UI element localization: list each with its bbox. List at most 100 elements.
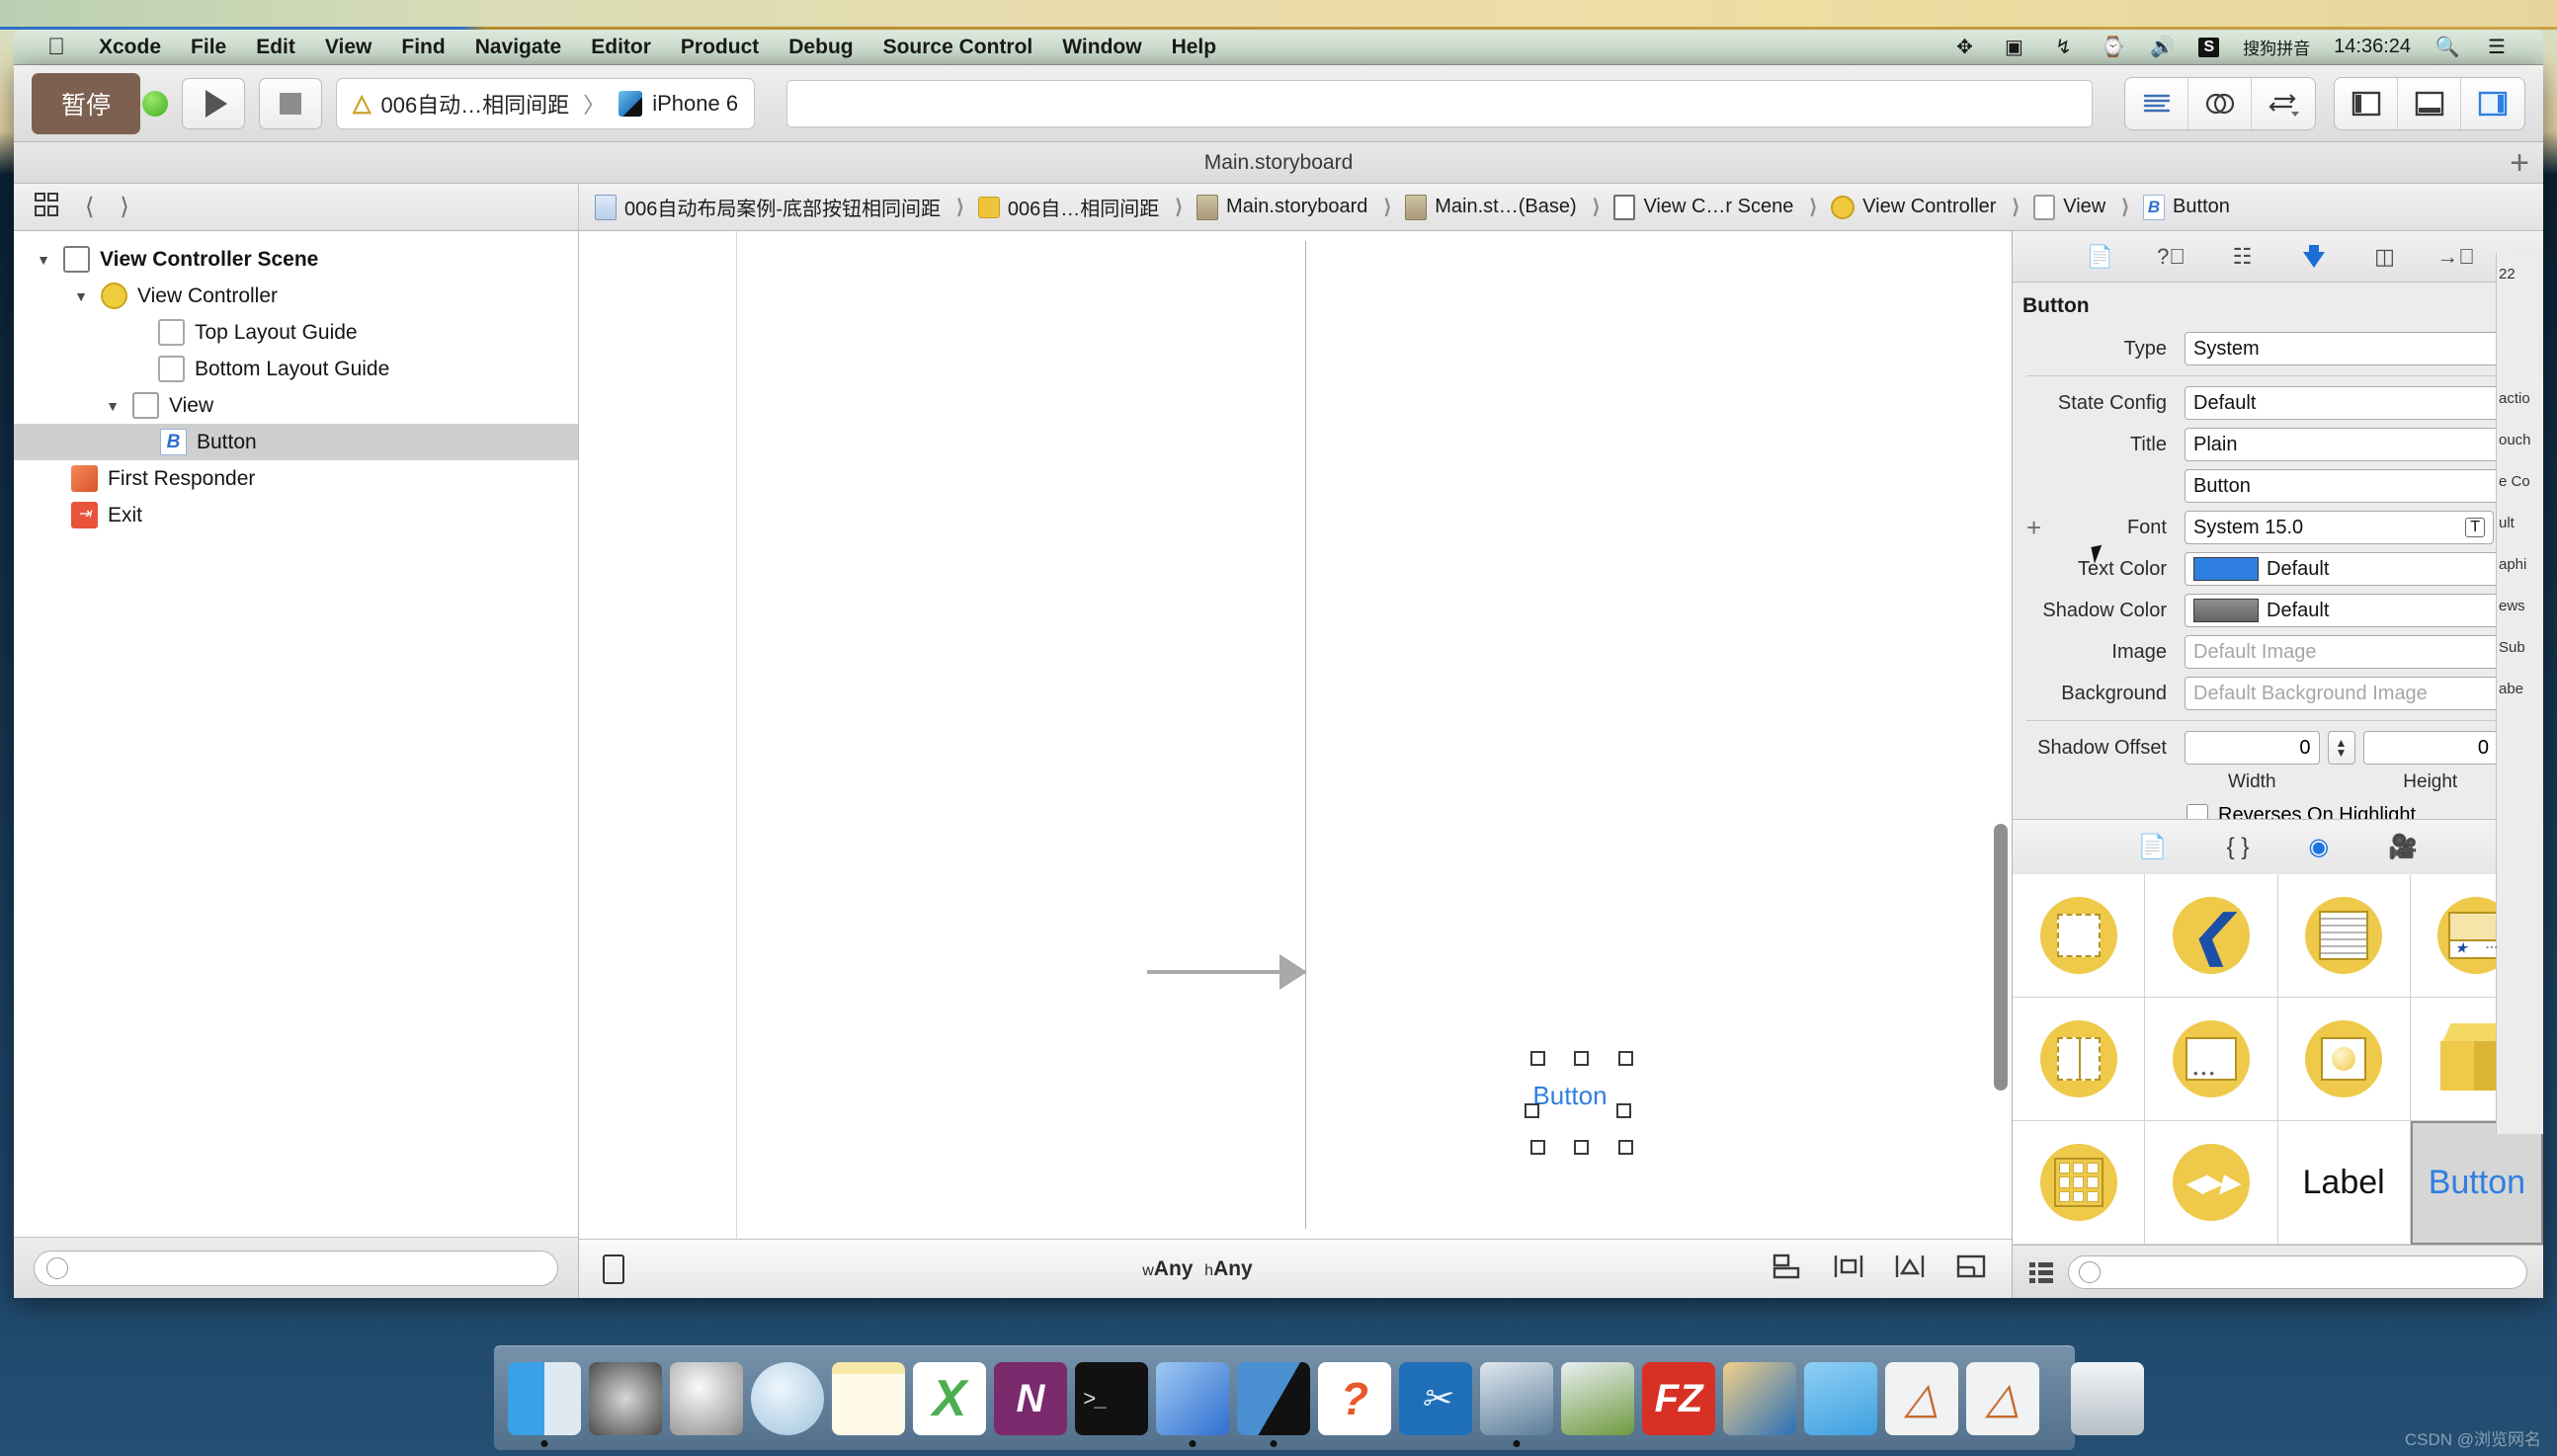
tree-row-top-layout-guide[interactable]: Top Layout Guide <box>14 314 578 351</box>
breadcrumb-item-project[interactable]: 006自动布局案例-底部按钮相同间距 ⟩ <box>595 193 972 221</box>
object-library-icon[interactable]: ◉ <box>2308 833 2329 861</box>
tree-row-view[interactable]: ▼ View <box>14 387 578 424</box>
title-style-popup[interactable]: Plain ▲▼ <box>2185 428 2533 461</box>
breadcrumb-item-storyboard[interactable]: Main.storyboard ⟩ <box>1196 194 1399 220</box>
dock-item-simulator[interactable] <box>1237 1361 1310 1447</box>
standard-editor-icon[interactable] <box>2125 77 2188 129</box>
ime-label[interactable]: 搜狗拼音 <box>2243 35 2310 59</box>
tree-row-view-controller-scene[interactable]: ▼ View Controller Scene <box>14 241 578 278</box>
shadow-offset-width-field[interactable]: 0 <box>2185 731 2320 765</box>
reverses-on-highlight-checkbox[interactable] <box>2186 804 2208 819</box>
resize-handle-bm[interactable] <box>1574 1140 1589 1155</box>
list-view-icon[interactable] <box>2028 1259 2054 1285</box>
text-color-control[interactable]: Default ▲▼ <box>2185 552 2533 586</box>
stop-button[interactable] <box>259 77 322 129</box>
dock-item-finder[interactable] <box>508 1361 581 1447</box>
menu-item-find[interactable]: Find <box>401 36 445 59</box>
library-item-view[interactable] <box>2013 874 2146 998</box>
apple-icon[interactable]:  <box>47 35 65 59</box>
shadow-color-swatch[interactable] <box>2193 599 2259 622</box>
menu-item-edit[interactable]: Edit <box>256 36 295 59</box>
font-field[interactable]: System 15.0 T <box>2185 511 2494 544</box>
tree-row-bottom-layout-guide[interactable]: Bottom Layout Guide <box>14 351 578 387</box>
library-item-table-view[interactable] <box>2277 874 2411 998</box>
screen-record-icon[interactable]: ▣ <box>2001 35 2026 60</box>
breadcrumb-item-folder[interactable]: 006自…相同间距 ⟩ <box>977 193 1191 221</box>
file-template-library-icon[interactable]: 📄 <box>2138 833 2168 861</box>
library-item-button[interactable]: Button <box>2410 1121 2543 1245</box>
breadcrumb-item-view-controller[interactable]: View Controller ⟩ <box>1831 195 2027 219</box>
resize-handle-bl[interactable] <box>1530 1140 1545 1155</box>
disclosure-triangle[interactable]: ▼ <box>71 288 91 304</box>
version-editor-icon[interactable] <box>2252 78 2315 129</box>
breadcrumb-item-button[interactable]: B Button <box>2143 194 2230 220</box>
identity-inspector-icon[interactable]: ☷ <box>2225 241 2261 273</box>
dock-item-video-tool[interactable] <box>1480 1361 1553 1447</box>
assistant-editor-icon[interactable] <box>2188 77 2252 129</box>
tree-row-button[interactable]: B Button <box>14 424 578 460</box>
code-snippet-library-icon[interactable]: { } <box>2227 834 2250 861</box>
canvas-scrollbar[interactable] <box>1994 824 2008 1091</box>
breadcrumb-item-view[interactable]: View ⟩ <box>2033 194 2137 220</box>
menu-item-xcode[interactable]: Xcode <box>99 36 161 59</box>
dock-item-onenote[interactable]: N <box>994 1361 1067 1435</box>
dock-item-safari[interactable] <box>751 1361 824 1435</box>
menu-item-debug[interactable]: Debug <box>788 36 853 59</box>
utilities-toggle-icon[interactable] <box>2461 78 2524 129</box>
menu-item-file[interactable]: File <box>191 36 226 59</box>
resize-handle-ml[interactable] <box>1525 1103 1539 1118</box>
run-button[interactable] <box>182 77 245 129</box>
type-popup[interactable]: System ▲▼ <box>2185 332 2533 365</box>
pin-icon[interactable] <box>1832 1253 1865 1286</box>
device-icon[interactable] <box>603 1254 624 1284</box>
navigator-filter-input[interactable] <box>34 1250 558 1286</box>
dock-item-qq[interactable] <box>1723 1361 1796 1435</box>
menu-item-window[interactable]: Window <box>1062 36 1141 59</box>
library-item-media-player[interactable]: ◀▶▶ <box>2145 1121 2278 1245</box>
related-files-icon[interactable] <box>34 192 59 223</box>
resize-handle-br[interactable] <box>1618 1140 1633 1155</box>
back-button[interactable]: ⟨ <box>85 193 94 221</box>
size-class-label[interactable]: wAny hAny <box>1142 1257 1253 1281</box>
dock-item-launchpad[interactable] <box>670 1361 743 1435</box>
breadcrumb-item-base[interactable]: Main.st…(Base) ⟩ <box>1405 194 1608 220</box>
control-center-icon[interactable]: ☰ <box>2484 35 2510 60</box>
background-combo[interactable]: Default Background Image ▾ <box>2185 677 2533 710</box>
library-item-split-view[interactable] <box>2013 998 2146 1121</box>
scheme-selector[interactable]: △ 006自动…相同间距 〉 iPhone 6 <box>336 77 756 129</box>
image-combo[interactable]: Default Image ▾ <box>2185 635 2533 669</box>
library-item-collection-view[interactable] <box>2013 1121 2146 1245</box>
tree-row-first-responder[interactable]: First Responder <box>14 460 578 497</box>
library-item-toolbar[interactable] <box>2145 998 2278 1121</box>
search-icon[interactable]: 🔍 <box>2434 35 2460 60</box>
add-attribute-button[interactable]: + <box>2026 515 2041 540</box>
menu-item-help[interactable]: Help <box>1172 36 1217 59</box>
airdrop-icon[interactable]: ↯ <box>2050 35 2076 60</box>
dock-item-xcode[interactable] <box>1156 1361 1229 1447</box>
connections-inspector-icon[interactable]: →⃝ <box>2436 241 2475 273</box>
dock-item-pdf-tool[interactable] <box>1561 1361 1634 1435</box>
file-inspector-icon[interactable]: 📄 <box>2083 241 2118 273</box>
storyboard-canvas[interactable]: Button <box>579 231 2012 1239</box>
dock-item-snipping[interactable]: ✂ <box>1399 1361 1472 1435</box>
library-filter-input[interactable] <box>2068 1254 2527 1289</box>
text-color-swatch[interactable] <box>2193 557 2259 581</box>
resize-handle-tm[interactable] <box>1574 1051 1589 1066</box>
debug-area-toggle-icon[interactable] <box>2398 77 2461 129</box>
volume-icon[interactable]: 🔊 <box>2149 35 2175 60</box>
filter-scope-icon[interactable] <box>46 1256 68 1279</box>
menu-item-editor[interactable]: Editor <box>591 36 651 59</box>
menu-item-navigate[interactable]: Navigate <box>475 36 562 59</box>
filter-scope-icon[interactable] <box>2079 1260 2101 1283</box>
menu-item-source-control[interactable]: Source Control <box>883 36 1033 59</box>
title-text-field[interactable]: Button <box>2185 469 2533 503</box>
dock-item-excel[interactable]: X <box>913 1361 986 1435</box>
resize-handle-tr[interactable] <box>1618 1051 1633 1066</box>
disclosure-triangle[interactable]: ▼ <box>34 252 53 268</box>
navigator-toggle-icon[interactable] <box>2335 77 2398 129</box>
state-config-popup[interactable]: Default ▲▼ <box>2185 386 2533 420</box>
menu-item-view[interactable]: View <box>325 36 371 59</box>
dock-item-app-store-2[interactable]: △ <box>1966 1361 2039 1435</box>
attributes-inspector-icon[interactable] <box>2296 241 2332 273</box>
size-inspector-icon[interactable]: ◫ <box>2367 241 2403 273</box>
